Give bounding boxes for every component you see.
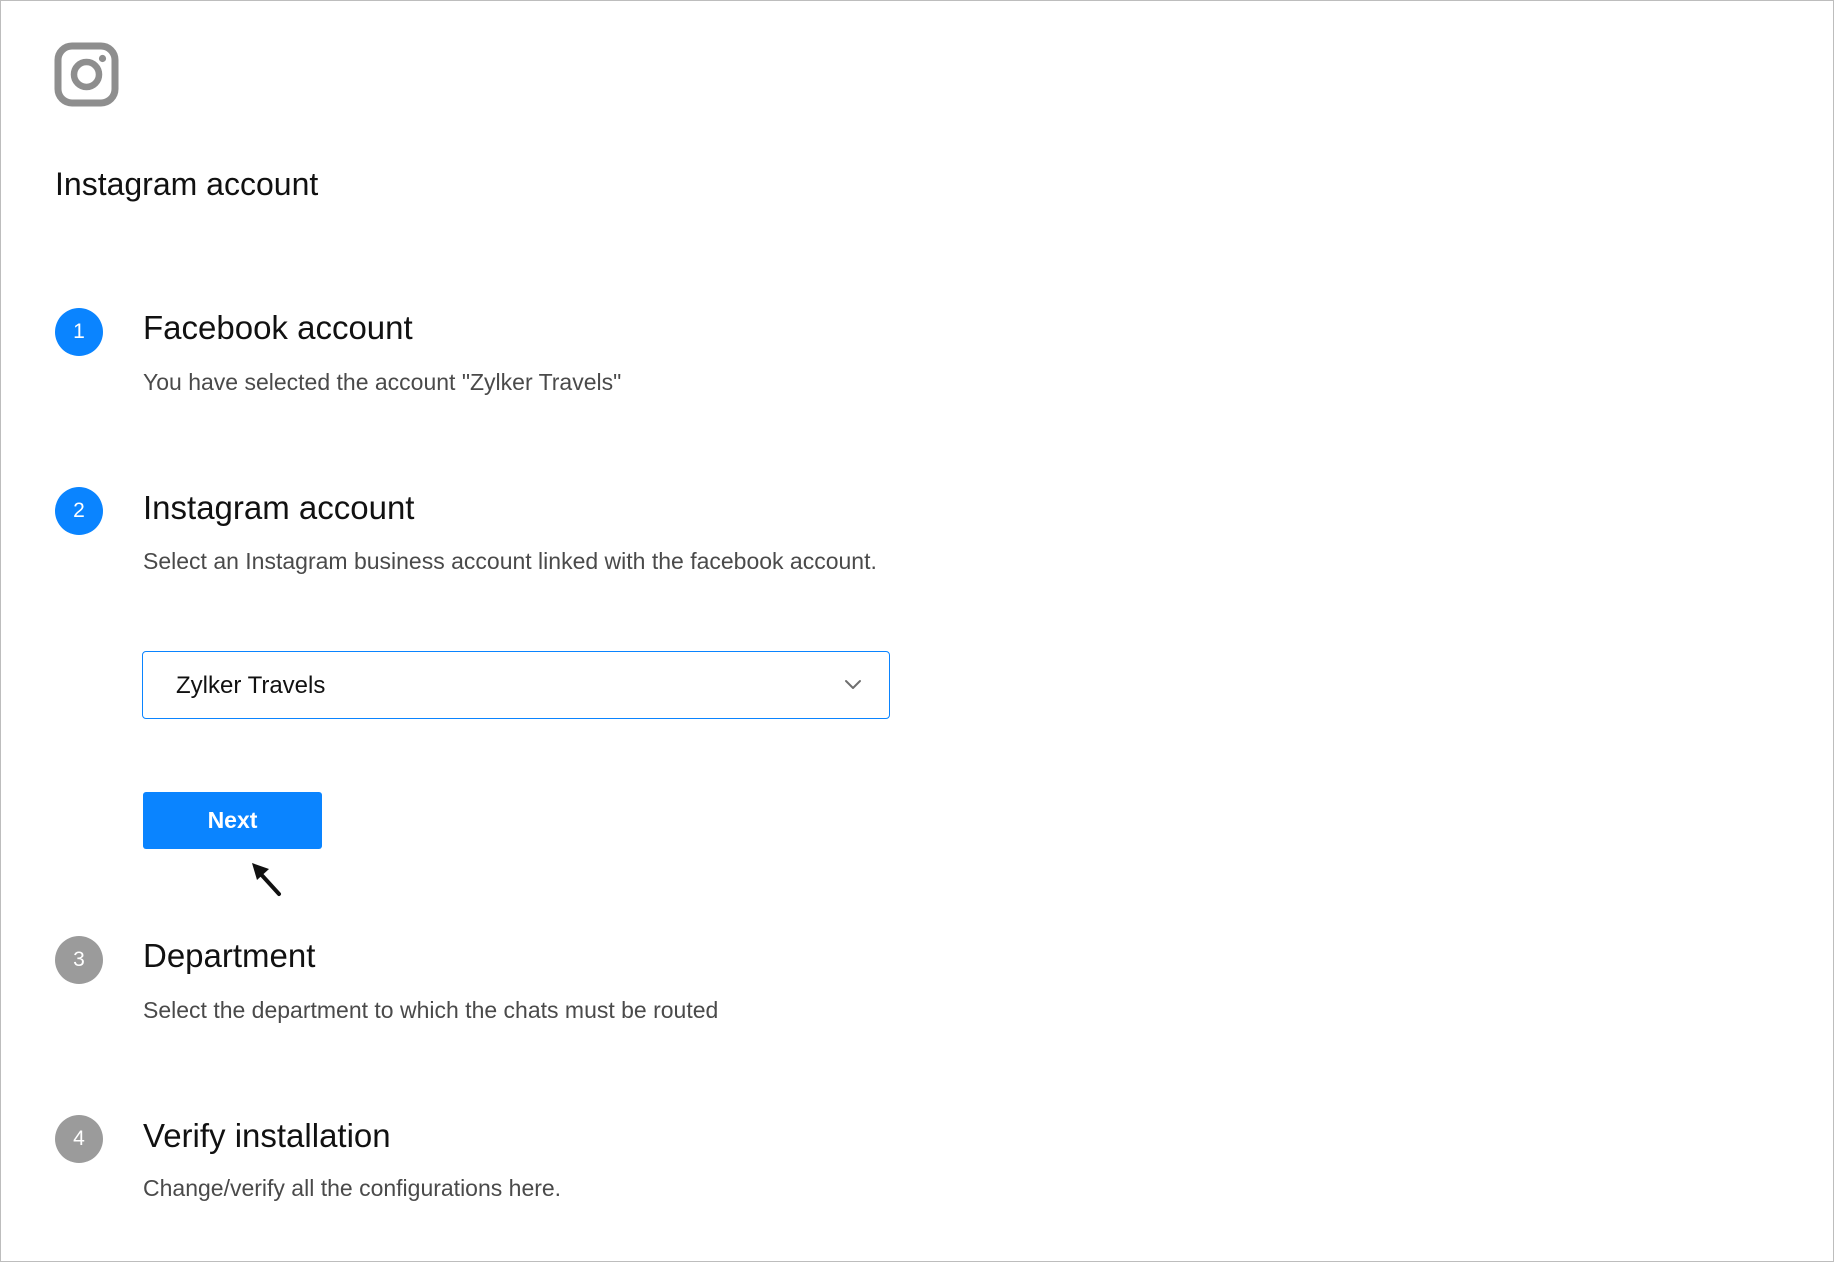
step-1-title: Facebook account <box>143 309 413 346</box>
next-button[interactable]: Next <box>143 792 322 849</box>
instagram-account-select[interactable]: Zylker Travels <box>142 651 890 719</box>
step-3-title: Department <box>143 937 316 974</box>
selected-account-value: Zylker Travels <box>176 672 326 699</box>
page-title: Instagram account <box>55 166 319 202</box>
step-4-badge: 4 <box>55 1115 103 1163</box>
step-3-badge: 3 <box>55 936 103 984</box>
step-2-title: Instagram account <box>143 489 415 526</box>
instagram-setup-panel: Instagram account 1 Facebook account You… <box>0 0 1834 1262</box>
step-2-badge: 2 <box>55 487 103 535</box>
mouse-pointer-icon <box>248 858 284 898</box>
step-3-description: Select the department to which the chats… <box>143 997 719 1023</box>
step-4-title: Verify installation <box>143 1117 391 1154</box>
step-1-badge: 1 <box>55 308 103 356</box>
step-4-description: Change/verify all the configurations her… <box>143 1175 562 1201</box>
step-1-description: You have selected the account "Zylker Tr… <box>143 369 622 395</box>
instagram-icon <box>54 42 119 107</box>
step-2-description: Select an Instagram business account lin… <box>143 548 877 574</box>
chevron-down-icon <box>843 675 863 695</box>
